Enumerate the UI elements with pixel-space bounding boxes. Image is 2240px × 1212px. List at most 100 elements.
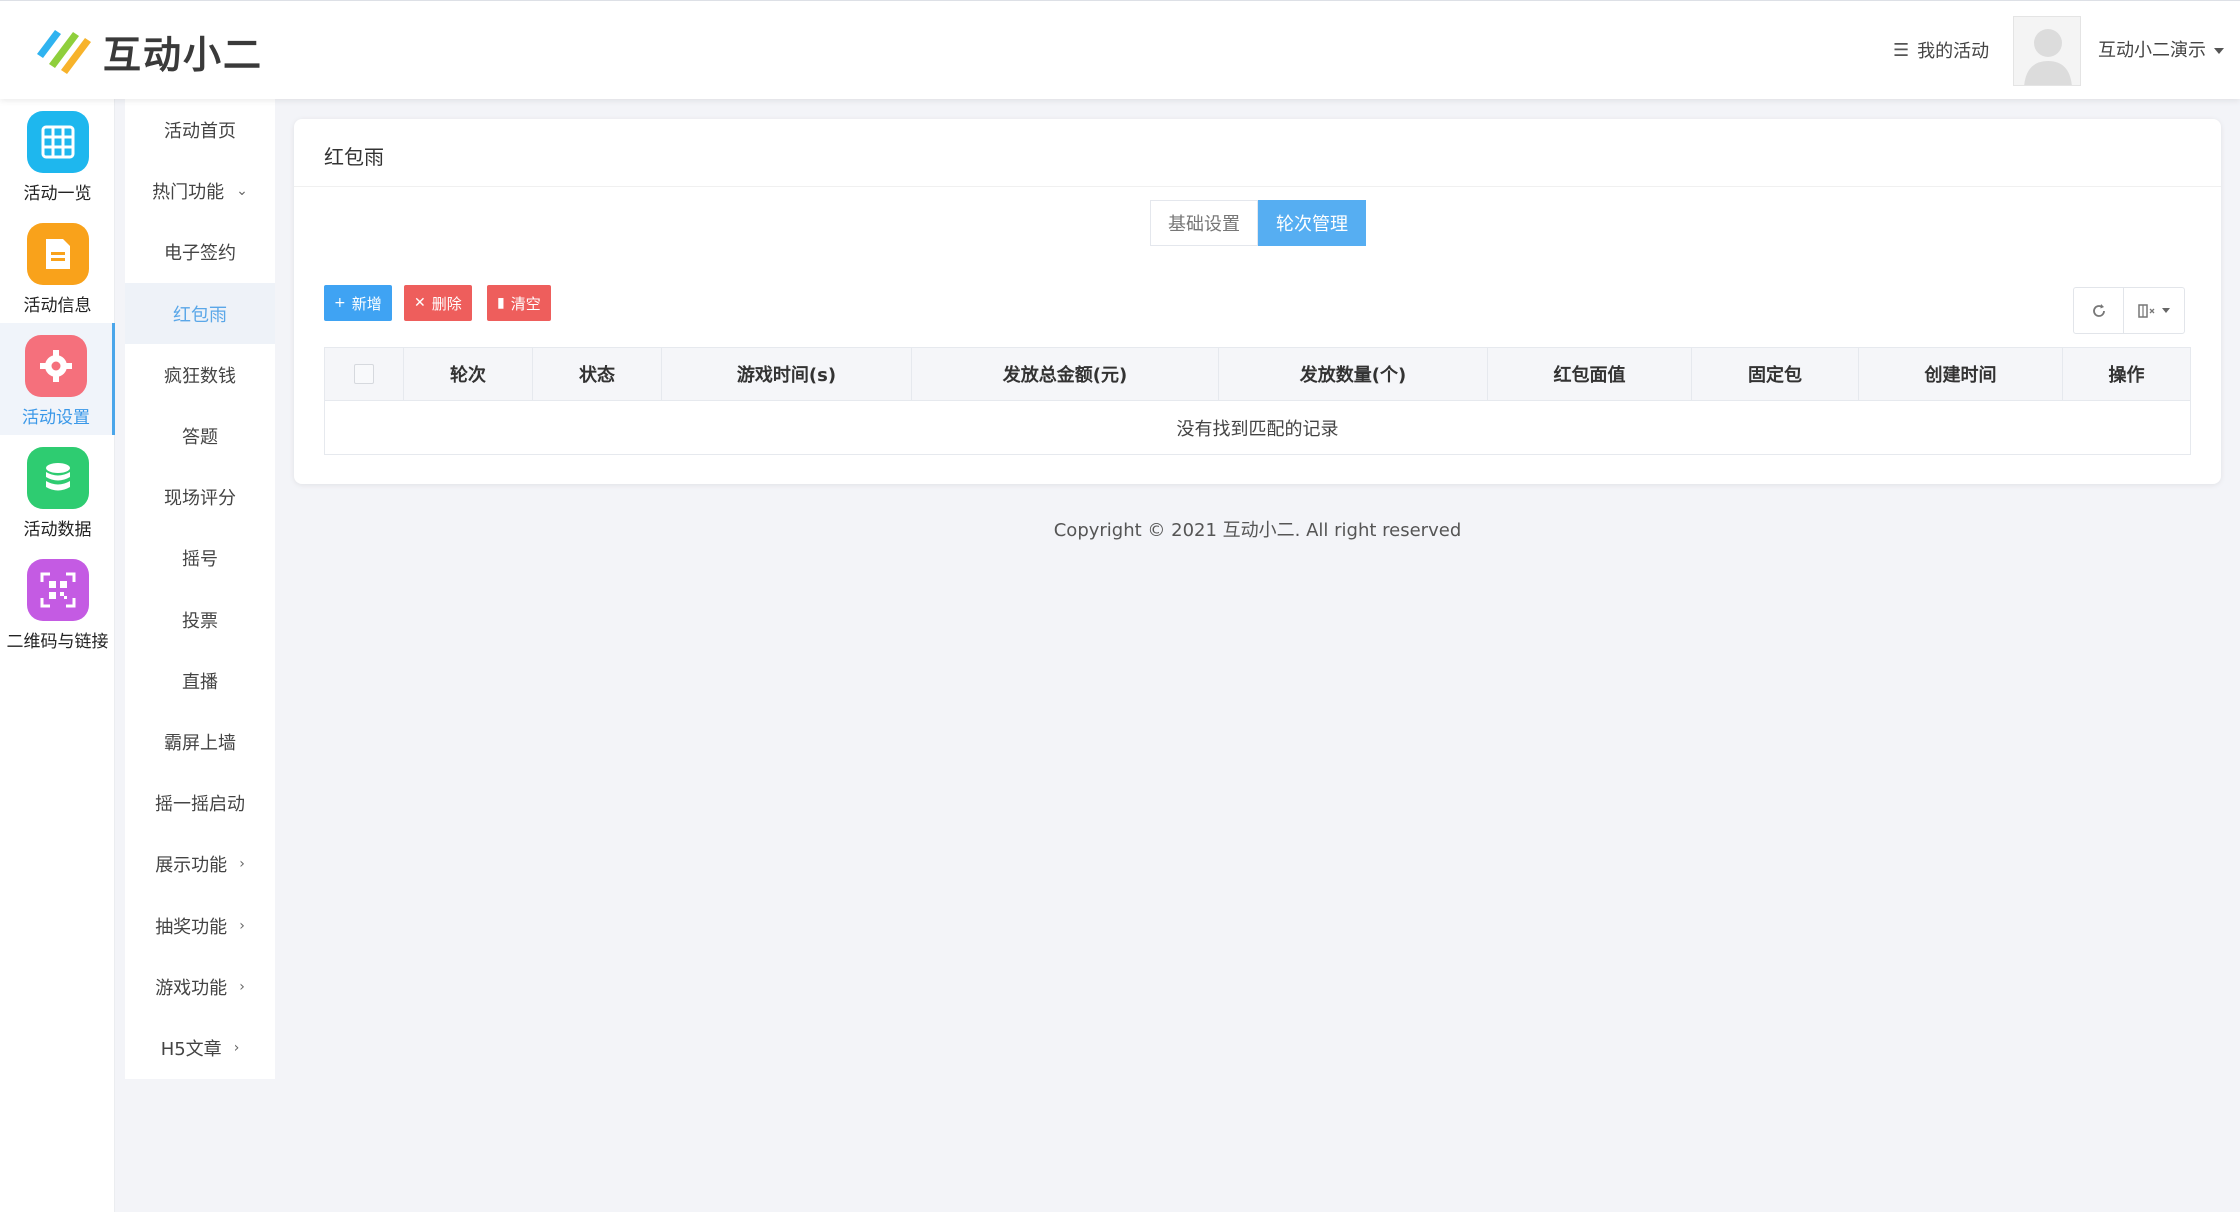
submenu-item[interactable]: 热门功能 ⌄ xyxy=(125,160,275,221)
database-icon xyxy=(26,447,89,509)
user-menu[interactable]: 互动小二演示 xyxy=(2098,36,2224,62)
grid-icon xyxy=(26,111,89,173)
submenu-item[interactable]: 直播 xyxy=(125,650,275,711)
submenu-item[interactable]: 展示功能 › xyxy=(125,833,275,894)
clear-button-label: 清空 xyxy=(510,294,541,313)
sidebar-item-qrcode-links[interactable]: 二维码与链接 xyxy=(0,547,115,659)
chevron-down-icon xyxy=(2214,48,2224,54)
divider xyxy=(294,186,2221,187)
sidebar-item-label: 活动数据 xyxy=(23,520,92,540)
sidebar-item-label: 活动信息 xyxy=(23,296,92,316)
logo-text: 互动小二 xyxy=(103,32,264,77)
plus-icon: + xyxy=(334,295,346,311)
trash-icon: ▮ xyxy=(497,295,505,311)
gear-icon xyxy=(25,335,87,397)
select-all-cell xyxy=(325,348,404,400)
column-header[interactable]: 发放数量(个) xyxy=(1219,348,1488,400)
delete-button[interactable]: ✕ 删除 xyxy=(404,285,472,321)
user-silhouette-icon xyxy=(2014,17,2080,85)
sidebar-item-label: 活动设置 xyxy=(22,408,90,428)
submenu-item[interactable]: 投票 xyxy=(125,589,275,650)
close-icon: ✕ xyxy=(414,295,426,311)
list-icon: ☰ xyxy=(1893,39,1910,61)
submenu-item-label: H5文章 xyxy=(160,1038,222,1060)
delete-button-label: 删除 xyxy=(431,294,462,313)
document-icon xyxy=(26,223,89,285)
tab-round-management[interactable]: 轮次管理 xyxy=(1258,200,1366,246)
column-header[interactable]: 红包面值 xyxy=(1488,348,1692,400)
submenu-item[interactable]: 摇一摇启动 xyxy=(125,772,275,833)
submenu-item[interactable]: 电子签约 xyxy=(125,221,275,282)
secondary-menu: 活动首页 热门功能 ⌄ 电子签约 红包雨 疯狂数钱 答题 现场评分 摇号 投票 直… xyxy=(125,99,275,1079)
column-header[interactable]: 创建时间 xyxy=(1859,348,2063,400)
table-header: 轮次 状态 游戏时间(s) 发放总金额(元) 发放数量(个) 红包面值 固定包 … xyxy=(325,348,2190,401)
select-all-checkbox[interactable] xyxy=(354,364,374,384)
submenu-item[interactable]: 活动首页 xyxy=(125,99,275,160)
submenu-item-label: 抽奖功能 xyxy=(155,916,228,938)
sidebar-item-label: 二维码与链接 xyxy=(6,632,109,652)
chevron-right-icon: › xyxy=(239,855,245,872)
submenu-item[interactable]: 游戏功能 › xyxy=(125,956,275,1017)
submenu-item-label: 直播 xyxy=(182,671,218,693)
submenu-item-label: 疯狂数钱 xyxy=(164,365,236,387)
tab-group: 基础设置 轮次管理 xyxy=(1150,200,1366,246)
chevron-down-icon: ⌄ xyxy=(236,182,248,199)
primary-sidebar: 活动一览 活动信息 活动设置 活动数据 二维码与链接 xyxy=(0,99,115,1212)
avatar[interactable] xyxy=(2013,16,2081,86)
submenu-item-label: 答题 xyxy=(182,426,218,448)
submenu-filler xyxy=(125,1079,275,1212)
submenu-item-label: 红包雨 xyxy=(173,304,227,326)
column-header[interactable]: 发放总金额(元) xyxy=(912,348,1219,400)
columns-toggle-button[interactable] xyxy=(2124,288,2184,333)
qrcode-icon xyxy=(26,559,89,621)
main-card: 红包雨 基础设置 轮次管理 + 新增 ✕ 删除 ▮ 清空 轮次 状态 游戏时间(… xyxy=(294,119,2221,484)
submenu-item[interactable]: 疯狂数钱 xyxy=(125,344,275,405)
submenu-item-label: 摇一摇启动 xyxy=(155,793,245,815)
my-activity-label: 我的活动 xyxy=(1917,41,1990,62)
submenu-item-label: 投票 xyxy=(182,610,218,632)
sidebar-item-activity-info[interactable]: 活动信息 xyxy=(0,211,115,323)
refresh-icon xyxy=(2092,303,2105,317)
column-header[interactable]: 固定包 xyxy=(1692,348,1859,400)
chevron-down-icon xyxy=(2162,308,2170,313)
add-button[interactable]: + 新增 xyxy=(324,285,392,321)
my-activity-link[interactable]: ☰ 我的活动 xyxy=(1893,37,1989,63)
rounds-table: 轮次 状态 游戏时间(s) 发放总金额(元) 发放数量(个) 红包面值 固定包 … xyxy=(324,347,2191,455)
sidebar-item-label: 活动一览 xyxy=(23,184,92,204)
logo[interactable]: 互动小二 xyxy=(33,23,263,79)
add-button-label: 新增 xyxy=(351,294,382,313)
columns-icon xyxy=(2138,303,2155,318)
tab-basic-settings[interactable]: 基础设置 xyxy=(1150,200,1258,246)
submenu-item-label: 热门功能 xyxy=(152,181,225,203)
sidebar-item-activity-list[interactable]: 活动一览 xyxy=(0,99,115,211)
sidebar-item-activity-settings[interactable]: 活动设置 xyxy=(0,323,115,435)
submenu-item[interactable]: 摇号 xyxy=(125,527,275,588)
submenu-item[interactable]: 抽奖功能 › xyxy=(125,895,275,956)
chevron-right-icon: › xyxy=(239,978,245,995)
submenu-item[interactable]: H5文章 › xyxy=(125,1017,275,1078)
submenu-item-label: 霸屏上墙 xyxy=(164,732,236,754)
logo-icon xyxy=(37,30,91,74)
submenu-item[interactable]: 现场评分 xyxy=(125,466,275,527)
sidebar-item-activity-data[interactable]: 活动数据 xyxy=(0,435,115,547)
chevron-right-icon: › xyxy=(233,1039,240,1056)
submenu-item[interactable]: 霸屏上墙 xyxy=(125,711,275,772)
column-header: 操作 xyxy=(2108,365,2145,386)
footer-copyright: Copyright © 2021 互动小二. All right reserve… xyxy=(1053,520,1462,541)
column-header[interactable]: 游戏时间(s) xyxy=(662,348,912,400)
column-header[interactable]: 轮次 xyxy=(404,348,533,400)
refresh-button[interactable] xyxy=(2074,288,2124,333)
submenu-item-label: 电子签约 xyxy=(164,242,236,264)
column-header[interactable]: 状态 xyxy=(533,348,662,400)
page-title: 红包雨 xyxy=(324,145,384,169)
clear-button[interactable]: ▮ 清空 xyxy=(487,285,551,321)
empty-state: 没有找到匹配的记录 xyxy=(1176,418,1339,440)
submenu-item-label: 展示功能 xyxy=(155,854,228,876)
user-name-label: 互动小二演示 xyxy=(2098,40,2206,61)
submenu-item-label: 活动首页 xyxy=(164,120,236,142)
submenu-item-active[interactable]: 红包雨 xyxy=(125,283,275,344)
submenu-item-label: 摇号 xyxy=(182,548,218,570)
submenu-item[interactable]: 答题 xyxy=(125,405,275,466)
top-header: 互动小二 ☰ 我的活动 互动小二演示 xyxy=(0,0,2240,99)
submenu-item-label: 游戏功能 xyxy=(155,977,228,999)
